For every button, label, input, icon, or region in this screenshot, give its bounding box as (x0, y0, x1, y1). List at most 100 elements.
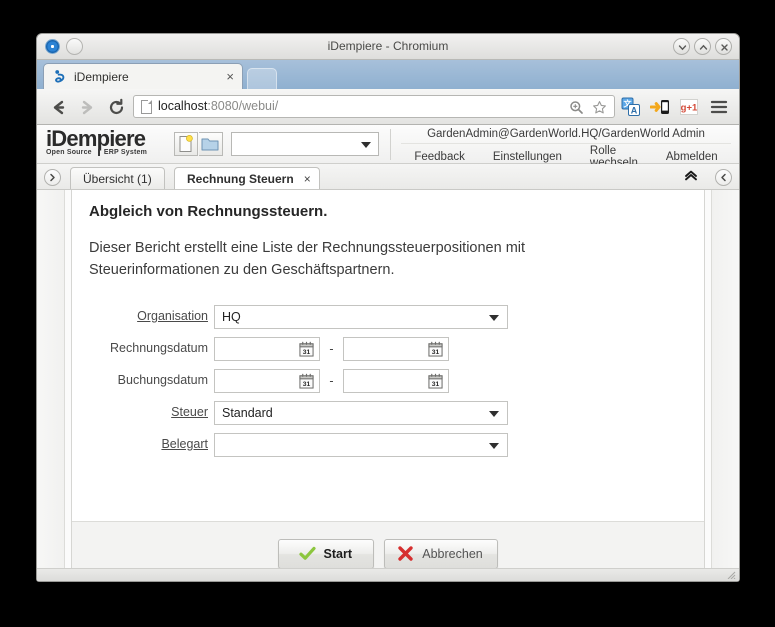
label-steuer: Steuer (171, 405, 208, 419)
browser-window: iDempiere - Chromium iDempiere × localho… (36, 33, 740, 582)
right-rail (711, 190, 739, 581)
report-description: Dieser Bericht erstellt eine Liste der R… (89, 240, 526, 278)
global-search-input[interactable] (231, 132, 379, 156)
browser-menu-button[interactable] (709, 97, 729, 117)
collapse-header-icon[interactable] (683, 167, 699, 189)
belegart-select[interactable] (214, 433, 508, 457)
collapse-right-panel-icon[interactable] (715, 169, 732, 186)
start-button[interactable]: Start (278, 538, 375, 569)
check-icon (298, 546, 316, 560)
cancel-button-label: Abbrechen (422, 546, 483, 561)
rechnungsdatum-to-input[interactable]: 31 (342, 337, 449, 361)
report-parameter-fields: Organisation HQ Rechnungsdatum 31 - 31 B… (72, 304, 704, 464)
rechnungsdatum-from-input[interactable]: 31 (214, 337, 320, 361)
app-header: iDempiere Open Source ERP System GardenA… (37, 125, 739, 169)
reload-button[interactable] (105, 96, 127, 118)
calendar-icon[interactable]: 31 (299, 373, 314, 389)
page-title: Abgleich von Rechnungssteuern. (89, 203, 328, 220)
calendar-icon[interactable]: 31 (428, 373, 443, 389)
field-row-steuer: Steuer Standard (72, 400, 704, 432)
steuer-select[interactable]: Standard (214, 401, 508, 425)
cancel-button[interactable]: Abbrechen (384, 538, 498, 569)
svg-text:A: A (631, 105, 638, 115)
buchungsdatum-from-input[interactable]: 31 (214, 369, 320, 393)
current-user-label: GardenAdmin@GardenWorld.HQ/GardenWorld A… (427, 128, 705, 140)
svg-text:31: 31 (432, 381, 440, 388)
link-abmelden[interactable]: Abmelden (652, 151, 732, 163)
label-rechnungsdatum: Rechnungsdatum (110, 341, 208, 355)
buchungsdatum-to-input[interactable]: 31 (342, 369, 449, 393)
steuer-value: Standard (222, 406, 273, 420)
browser-tab-idempiere[interactable]: iDempiere × (43, 63, 243, 89)
resize-grip-icon[interactable] (727, 571, 736, 579)
close-icon[interactable] (715, 38, 732, 55)
window-controls (673, 38, 732, 55)
buchungsdatum-separator: - (329, 374, 334, 388)
chevron-down-icon[interactable] (489, 443, 499, 449)
tab-uebersicht-label: Übersicht (1) (83, 171, 152, 186)
address-bar[interactable]: localhost:8080/webui/ (133, 95, 615, 118)
start-button-label: Start (323, 546, 352, 561)
rechnungsdatum-separator: - (329, 342, 334, 356)
calendar-icon[interactable]: 31 (299, 341, 314, 357)
idempiere-logo: iDempiere Open Source ERP System (46, 128, 168, 160)
logo-wordmark: iDempiere (46, 126, 146, 151)
field-row-organisation: Organisation HQ (72, 304, 704, 336)
svg-text:31: 31 (432, 349, 440, 356)
left-rail (37, 190, 65, 581)
link-einstellungen[interactable]: Einstellungen (479, 151, 576, 163)
mobile-extension-icon[interactable] (649, 97, 670, 117)
control-steuer: Standard (214, 401, 508, 425)
back-button[interactable] (47, 96, 69, 118)
app-tabrow: Übersicht (1) Rechnung Steuern × (37, 164, 739, 190)
zoom-icon[interactable] (569, 100, 584, 120)
address-bar-text: localhost:8080/webui/ (158, 99, 279, 113)
logo-tagline-right: ERP System (97, 149, 148, 156)
field-row-belegart: Belegart (72, 432, 704, 464)
control-belegart (214, 433, 508, 457)
report-panel: Abgleich von Rechnungssteuern. Dieser Be… (71, 190, 705, 581)
page-document-icon (141, 100, 152, 114)
browser-tabstrip: iDempiere × (37, 60, 739, 89)
link-feedback[interactable]: Feedback (400, 151, 479, 163)
calendar-icon[interactable]: 31 (428, 341, 443, 357)
maximize-icon[interactable] (694, 38, 711, 55)
minimize-icon[interactable] (673, 38, 690, 55)
new-tab-button[interactable] (247, 68, 277, 89)
control-rechnungsdatum: 31 - 31 (214, 337, 449, 361)
control-buchungsdatum: 31 - 31 (214, 369, 449, 393)
app-body: Abgleich von Rechnungssteuern. Dieser Be… (37, 190, 739, 581)
svg-text:g+1: g+1 (681, 103, 698, 114)
idempiere-favicon-icon (55, 70, 65, 83)
chevron-down-icon[interactable] (489, 315, 499, 321)
tab-rechnung-steuern-label: Rechnung Steuern (187, 171, 294, 186)
forward-button[interactable] (76, 96, 98, 118)
report-form-area: Abgleich von Rechnungssteuern. Dieser Be… (72, 190, 704, 521)
header-divider (390, 129, 391, 160)
chevron-down-icon[interactable] (361, 142, 371, 148)
new-record-button[interactable] (174, 132, 198, 156)
svg-text:31: 31 (303, 381, 311, 388)
browser-tab-close-icon[interactable]: × (226, 64, 234, 90)
tab-uebersicht[interactable]: Übersicht (1) (70, 167, 165, 189)
bookmark-star-icon[interactable] (592, 100, 607, 120)
expand-left-panel-icon[interactable] (44, 169, 61, 186)
svg-text:31: 31 (303, 349, 311, 356)
chevron-down-icon[interactable] (489, 411, 499, 417)
tab-close-icon[interactable]: × (304, 172, 311, 186)
header-links-divider (401, 143, 731, 144)
control-organisation: HQ (214, 305, 508, 329)
webpage-viewport: iDempiere Open Source ERP System GardenA… (37, 125, 739, 581)
tab-rechnung-steuern[interactable]: Rechnung Steuern × (174, 167, 320, 189)
label-organisation: Organisation (137, 309, 208, 323)
open-folder-button[interactable] (199, 132, 223, 156)
organisation-select[interactable]: HQ (214, 305, 508, 329)
window-titlebar: iDempiere - Chromium (37, 34, 739, 60)
window-bottom-edge (37, 568, 739, 581)
organisation-value: HQ (222, 310, 241, 324)
translate-extension-icon[interactable]: 文 A (621, 97, 641, 117)
field-row-rechnungsdatum: Rechnungsdatum 31 - 31 (72, 336, 704, 368)
logo-tagline-left: Open Source (46, 149, 92, 156)
label-belegart: Belegart (161, 437, 208, 451)
gplus-extension-icon[interactable]: g+1 (679, 97, 699, 117)
